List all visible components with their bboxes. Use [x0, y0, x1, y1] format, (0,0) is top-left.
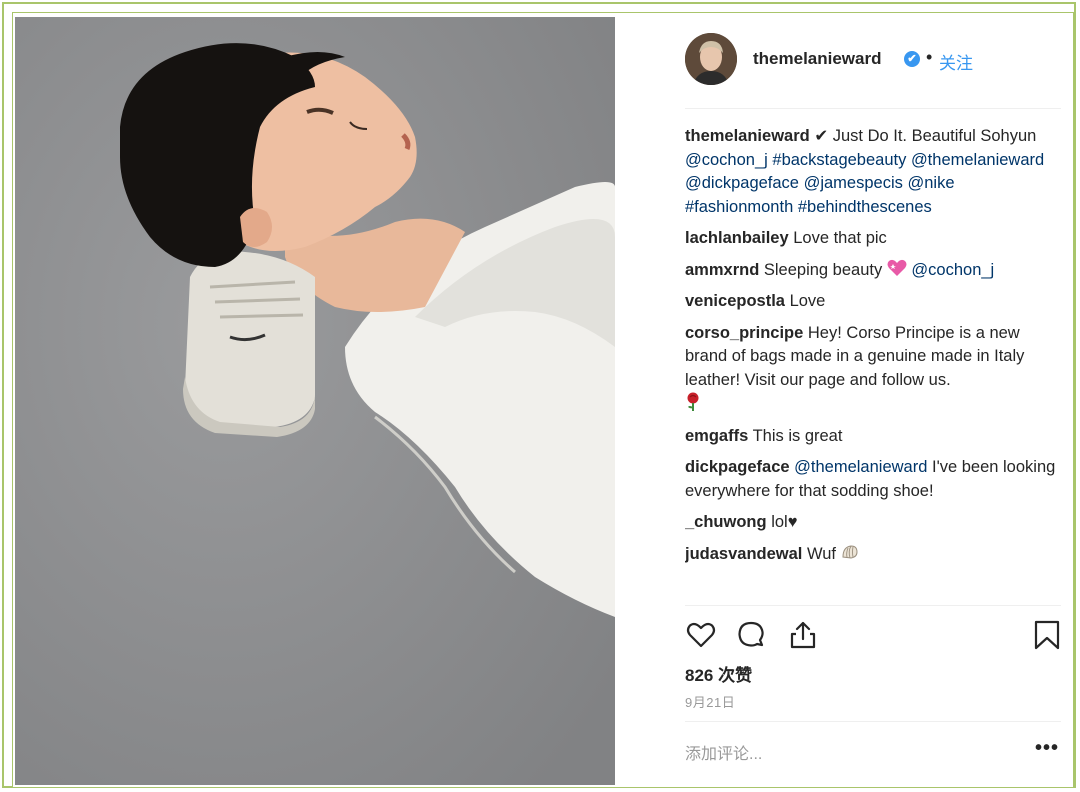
comment-username[interactable]: judasvandewal: [685, 545, 802, 563]
comments-list[interactable]: themelanieward ✔ Just Do It. Beautiful S…: [685, 125, 1061, 603]
mention-link[interactable]: @cochon_j: [911, 261, 994, 279]
mention-link[interactable]: @nike: [907, 174, 954, 192]
hashtag-link[interactable]: #behindthescenes: [798, 198, 932, 216]
comment-username[interactable]: emgaffs: [685, 427, 748, 445]
post-date[interactable]: 9月21日: [685, 692, 735, 711]
outer-frame: themelanieward ✔ • 关注 themelanieward ✔ J…: [2, 2, 1076, 788]
comment-text: lol♥: [771, 513, 798, 531]
comment-username[interactable]: dickpageface: [685, 458, 790, 476]
header-username[interactable]: themelanieward: [753, 49, 882, 69]
avatar[interactable]: [685, 33, 737, 85]
heart-icon[interactable]: [685, 619, 717, 651]
post-header: themelanieward ✔ • 关注: [615, 13, 1073, 109]
post-side-panel: themelanieward ✔ • 关注 themelanieward ✔ J…: [615, 13, 1073, 787]
likes-count[interactable]: 826 次赞: [685, 661, 752, 686]
check-icon: ✔: [814, 127, 829, 145]
separator-dot: •: [926, 47, 933, 67]
comment-item: lachlanbailey Love that pic: [685, 227, 1061, 251]
comment-item: _chuwong lol♥: [685, 511, 1061, 535]
rose-icon: [687, 392, 699, 411]
comment-item: emgaffs This is great: [685, 425, 1061, 449]
share-icon[interactable]: [787, 619, 819, 651]
post-photo[interactable]: [15, 17, 615, 785]
more-options-icon[interactable]: •••: [1035, 738, 1061, 763]
comment-icon[interactable]: [735, 619, 767, 651]
comment-username[interactable]: ammxrnd: [685, 261, 759, 279]
shell-icon: [842, 544, 858, 559]
mention-link[interactable]: @cochon_j: [685, 151, 768, 169]
comment-username[interactable]: lachlanbailey: [685, 229, 789, 247]
add-comment-input[interactable]: [685, 737, 1015, 773]
hashtag-link[interactable]: #fashionmonth: [685, 198, 793, 216]
comment-text: Sleeping beauty: [763, 260, 883, 279]
comment-item: dickpageface @themelanieward I've been l…: [685, 456, 1061, 503]
verified-badge-icon: ✔: [904, 51, 920, 67]
comment-item: corso_principe Hey! Corso Principe is a …: [685, 322, 1061, 417]
comment-item: ammxrnd Sleeping beauty @cochon_j: [685, 259, 1061, 283]
photo-illustration: [15, 17, 615, 785]
divider: [685, 721, 1061, 722]
comment-username[interactable]: corso_principe: [685, 324, 803, 342]
comment-text: Love that pic: [793, 229, 887, 247]
caption: themelanieward ✔ Just Do It. Beautiful S…: [685, 125, 1061, 219]
mention-link[interactable]: @jamespecis: [804, 174, 903, 192]
comment-username[interactable]: _chuwong: [685, 513, 767, 531]
divider: [685, 108, 1061, 109]
follow-button[interactable]: 关注: [939, 49, 973, 74]
post-container: themelanieward ✔ • 关注 themelanieward ✔ J…: [12, 12, 1074, 788]
sparkling-heart-icon: [887, 259, 907, 276]
caption-text: Just Do It. Beautiful Sohyun: [828, 127, 1037, 145]
bookmark-icon[interactable]: [1031, 619, 1063, 651]
comment-text: This is great: [752, 426, 843, 445]
caption-username[interactable]: themelanieward: [685, 127, 810, 145]
divider: [685, 605, 1061, 606]
avatar-image: [685, 33, 737, 85]
comments-fade: [685, 591, 1061, 605]
mention-link[interactable]: @themelanieward: [911, 151, 1044, 169]
hashtag-link[interactable]: #backstagebeauty: [772, 151, 906, 169]
action-bar: [685, 613, 1061, 653]
mention-link[interactable]: @themelanieward: [794, 458, 927, 476]
comment-item: judasvandewal Wuf: [685, 543, 1061, 567]
comment-item: venicepostla Love: [685, 290, 1061, 314]
comment-text: Love: [789, 292, 826, 310]
mention-link[interactable]: @dickpageface: [685, 174, 799, 192]
comment-username[interactable]: venicepostla: [685, 292, 785, 310]
comment-text: Wuf: [806, 544, 837, 563]
